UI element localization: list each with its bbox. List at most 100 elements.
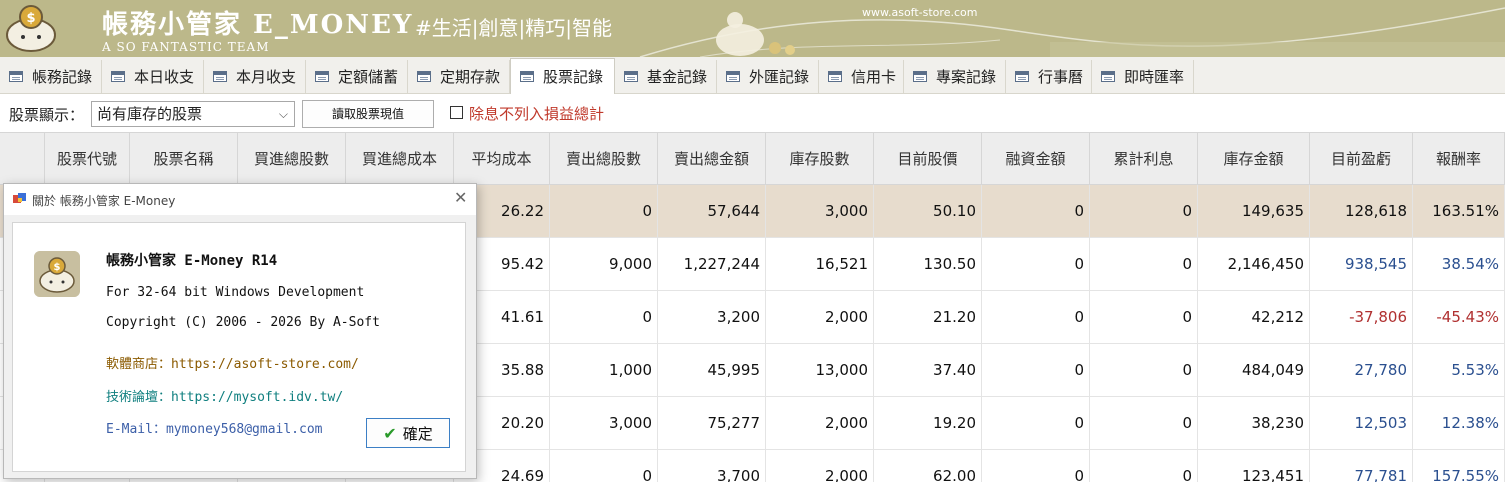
table-cell[interactable]: 0: [550, 291, 658, 343]
list-icon: [913, 71, 927, 82]
column-header[interactable]: 庫存股數: [766, 133, 874, 185]
about-dialog: 關於 帳務小管家 E-Money ✕ $ 帳務小管家 E-Money R14 F…: [3, 183, 477, 479]
table-cell[interactable]: -37,806: [1310, 291, 1413, 343]
column-header[interactable]: 賣出總股數: [550, 133, 658, 185]
table-cell[interactable]: 12,503: [1310, 397, 1413, 449]
tab-label: 即時匯率: [1124, 68, 1185, 86]
store-link[interactable]: 軟體商店：https://asoft-store.com/: [106, 353, 359, 372]
tab-fixed-savings[interactable]: 定額儲蓄: [306, 60, 408, 93]
column-header[interactable]: 股票代號: [45, 133, 130, 185]
chevron-down-icon: ⌵: [278, 107, 288, 121]
table-cell[interactable]: 0: [982, 185, 1090, 237]
column-header[interactable]: 融資金額: [982, 133, 1090, 185]
table-cell[interactable]: 2,000: [766, 291, 874, 343]
exclude-dividend-checkbox[interactable]: [450, 106, 463, 119]
tab-live-rates[interactable]: 即時匯率: [1092, 60, 1194, 93]
table-cell[interactable]: 12.38%: [1413, 397, 1505, 449]
table-cell[interactable]: 77,781: [1310, 450, 1413, 482]
table-cell[interactable]: 3,200: [658, 291, 766, 343]
table-cell[interactable]: 149,635: [1198, 185, 1310, 237]
table-cell[interactable]: 0: [982, 344, 1090, 396]
column-header[interactable]: 庫存金額: [1198, 133, 1310, 185]
table-cell[interactable]: 0: [1090, 397, 1198, 449]
table-cell[interactable]: -45.43%: [1413, 291, 1505, 343]
table-cell[interactable]: 5.53%: [1413, 344, 1505, 396]
table-cell[interactable]: 3,000: [550, 397, 658, 449]
ok-button[interactable]: ✔ 確定: [366, 418, 450, 448]
table-cell[interactable]: 123,451: [1198, 450, 1310, 482]
display-filter-select[interactable]: 尚有庫存的股票 ⌵: [91, 101, 295, 127]
table-cell[interactable]: 27,780: [1310, 344, 1413, 396]
table-cell[interactable]: 0: [1090, 238, 1198, 290]
table-cell[interactable]: 37.40: [874, 344, 982, 396]
table-cell[interactable]: 38,230: [1198, 397, 1310, 449]
column-header[interactable]: 累計利息: [1090, 133, 1198, 185]
table-cell[interactable]: 0: [982, 450, 1090, 482]
tab-funds[interactable]: 基金記錄: [615, 60, 717, 93]
app-logo: $: [6, 5, 56, 52]
tab-credit-card[interactable]: 信用卡: [819, 60, 904, 93]
table-cell[interactable]: 0: [1090, 185, 1198, 237]
table-cell[interactable]: 0: [982, 291, 1090, 343]
list-icon: [9, 71, 23, 82]
email-link[interactable]: E-Mail：mymoney568@gmail.com: [106, 418, 323, 437]
tab-label: 帳務記錄: [32, 68, 93, 86]
tab-calendar[interactable]: 行事曆: [1006, 60, 1092, 93]
table-cell[interactable]: 2,000: [766, 450, 874, 482]
tab-forex[interactable]: 外匯記錄: [717, 60, 819, 93]
table-cell[interactable]: 57,644: [658, 185, 766, 237]
table-cell[interactable]: 484,049: [1198, 344, 1310, 396]
forum-link[interactable]: 技術論壇：https://mysoft.idv.tw/: [106, 386, 343, 405]
table-cell[interactable]: 62.00: [874, 450, 982, 482]
table-cell[interactable]: 75,277: [658, 397, 766, 449]
tab-label: 本日收支: [134, 68, 195, 86]
column-header[interactable]: 平均成本: [454, 133, 550, 185]
table-cell[interactable]: 16,521: [766, 238, 874, 290]
table-cell[interactable]: 45,995: [658, 344, 766, 396]
table-cell[interactable]: 163.51%: [1413, 185, 1505, 237]
table-cell[interactable]: 1,227,244: [658, 238, 766, 290]
table-cell[interactable]: 3,000: [766, 185, 874, 237]
check-icon: ✔: [383, 423, 397, 443]
column-header[interactable]: 報酬率: [1413, 133, 1505, 185]
close-icon[interactable]: ✕: [454, 188, 467, 207]
table-cell[interactable]: 2,146,450: [1198, 238, 1310, 290]
column-header[interactable]: 目前盈虧: [1310, 133, 1413, 185]
fetch-prices-button[interactable]: 讀取股票現值: [302, 100, 434, 128]
column-header[interactable]: 買進總成本: [346, 133, 454, 185]
table-cell[interactable]: 21.20: [874, 291, 982, 343]
tab-time-deposit[interactable]: 定期存款: [408, 60, 510, 93]
tab-projects[interactable]: 專案記錄: [904, 60, 1006, 93]
table-cell[interactable]: 0: [550, 185, 658, 237]
table-cell[interactable]: 50.10: [874, 185, 982, 237]
product-name: 帳務小管家 E-Money R14: [106, 253, 278, 269]
table-cell[interactable]: 0: [982, 238, 1090, 290]
table-cell[interactable]: 938,545: [1310, 238, 1413, 290]
table-cell[interactable]: 130.50: [874, 238, 982, 290]
tab-month[interactable]: 本月收支: [204, 60, 306, 93]
table-cell[interactable]: 128,618: [1310, 185, 1413, 237]
table-cell[interactable]: 0: [1090, 291, 1198, 343]
table-cell[interactable]: 0: [1090, 450, 1198, 482]
table-cell[interactable]: 38.54%: [1413, 238, 1505, 290]
app-window-icon: [13, 193, 26, 203]
column-header[interactable]: 股票名稱: [130, 133, 238, 185]
tab-accounting[interactable]: 帳務記錄: [0, 60, 102, 93]
display-filter-label: 股票顯示：: [9, 106, 85, 124]
column-header[interactable]: 目前股價: [874, 133, 982, 185]
table-cell[interactable]: 0: [1090, 344, 1198, 396]
tab-today[interactable]: 本日收支: [102, 60, 204, 93]
table-cell[interactable]: 9,000: [550, 238, 658, 290]
table-cell[interactable]: 1,000: [550, 344, 658, 396]
table-cell[interactable]: 3,700: [658, 450, 766, 482]
tab-stocks[interactable]: 股票記錄: [510, 58, 615, 94]
table-cell[interactable]: 19.20: [874, 397, 982, 449]
table-cell[interactable]: 0: [982, 397, 1090, 449]
table-cell[interactable]: 13,000: [766, 344, 874, 396]
column-header[interactable]: 買進總股數: [238, 133, 346, 185]
table-cell[interactable]: 42,212: [1198, 291, 1310, 343]
table-cell[interactable]: 157.55%: [1413, 450, 1505, 482]
column-header[interactable]: 賣出總金額: [658, 133, 766, 185]
table-cell[interactable]: 0: [550, 450, 658, 482]
table-cell[interactable]: 2,000: [766, 397, 874, 449]
